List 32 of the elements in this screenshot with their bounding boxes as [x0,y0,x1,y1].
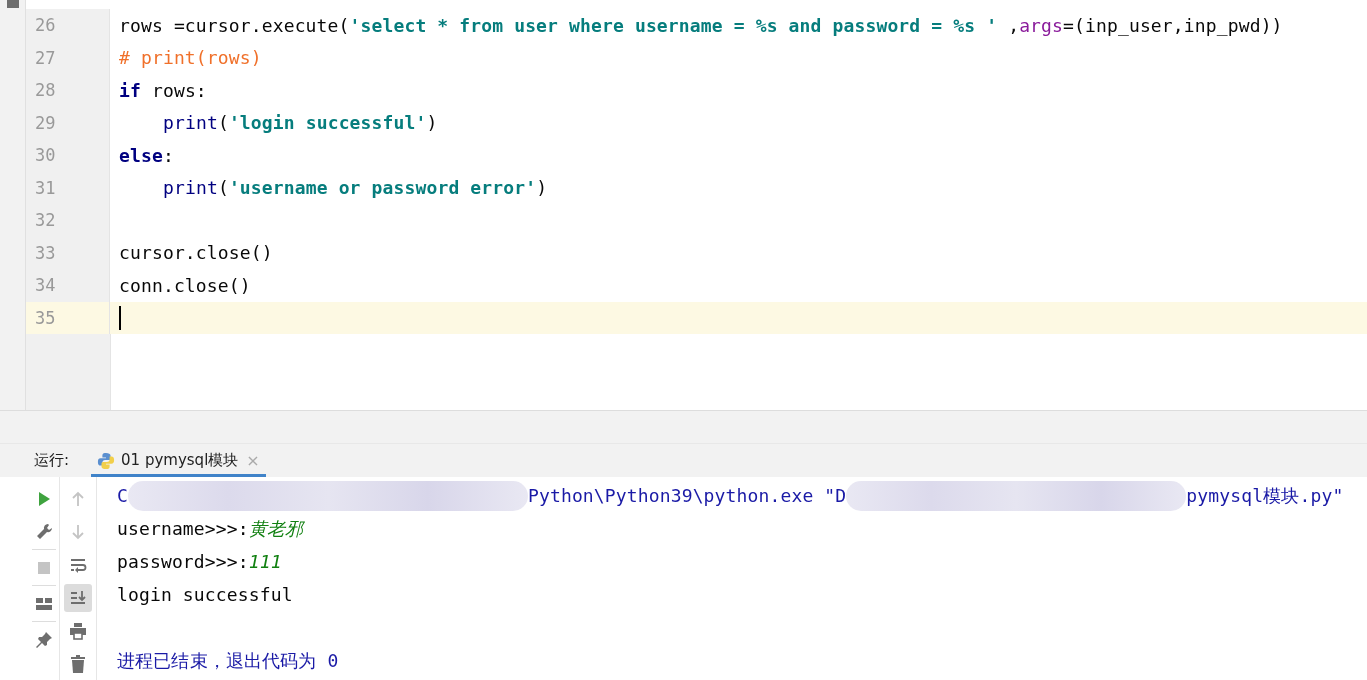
run-label: 运行: [34,451,70,470]
line-number: 31 [26,171,110,204]
code-line: rows =cursor.execute('select * from user where username = %s and password = %s ' ,args=(inp_user,inp_pwd)) [119,14,1283,36]
line-number: 34 [26,269,110,302]
line-number: 27 [26,41,110,74]
python-icon [97,451,116,470]
line-number: 29 [26,106,110,139]
code-line: print('username or password error') [163,177,548,199]
console-text: 111 [248,551,282,572]
console-text: login successful [117,584,293,605]
text-caret [119,305,121,330]
console-text: pymysql模块.py" [1186,483,1344,508]
code-line: else: [119,144,174,166]
console-text: Python\Python39\python.exe "D [528,485,847,506]
line-number: 28 [26,74,110,107]
code-line: # print(rows) [119,47,262,69]
scroll-end-icon[interactable] [64,583,92,612]
console-text: username>>>: [117,518,249,539]
line-number: 32 [26,204,110,237]
code-line: conn.close() [119,274,251,296]
line-number: 33 [26,236,110,269]
line-number: 30 [26,139,110,172]
code-line: cursor.close() [119,242,273,264]
run-tab[interactable]: 01 pymysql模块 × [91,444,266,477]
scroll-marker-icon [7,0,19,8]
console-text: 黄老邪 [248,516,304,541]
line-number: 26 [26,9,110,42]
console-text: C [117,485,128,506]
code-line: if rows: [119,79,207,101]
console-text: password>>>: [117,551,249,572]
code-line: print('login successful') [163,112,438,134]
console-text: 进程已结束，退出代码为 0 [117,648,339,673]
